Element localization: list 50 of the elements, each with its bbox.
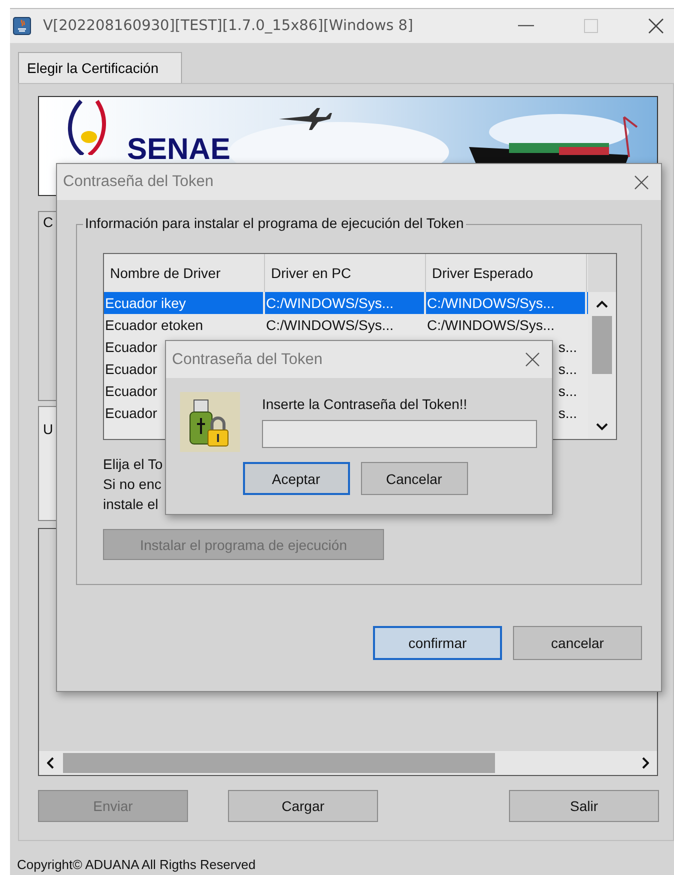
dialog-title: Contraseña del Token xyxy=(63,173,214,191)
window-title: V[202208160930][TEST][1.7.0_15x86][Windows 8] xyxy=(43,18,414,34)
scrollbar-thumb[interactable] xyxy=(63,753,495,773)
password-field[interactable] xyxy=(262,420,537,448)
action-button[interactable]: Salir xyxy=(509,790,659,822)
scroll-up-icon[interactable] xyxy=(596,300,608,308)
dialog-button[interactable]: Aceptar xyxy=(242,462,350,495)
table-cell: C:/WINDOWS/Sys... xyxy=(427,295,555,311)
group-title: U xyxy=(43,421,54,437)
scroll-right-icon[interactable] xyxy=(641,757,649,769)
close-icon[interactable] xyxy=(634,174,649,190)
dialog-button[interactable]: Cancelar xyxy=(360,462,468,495)
table-cell: Ecuador xyxy=(105,405,158,421)
table-cell: s... xyxy=(558,405,577,421)
table-header-corner xyxy=(588,254,616,292)
tab[interactable]: Elegir la Certificación xyxy=(18,52,182,83)
help-text: Si no enc xyxy=(103,475,162,494)
help-text: Elija el To xyxy=(103,455,163,474)
table-cell: C:/WINDOWS/Sys... xyxy=(266,295,394,311)
close-icon[interactable] xyxy=(525,352,540,367)
copyright-text: Copyright© ADUANA All Rigths Reserved xyxy=(16,857,257,872)
prompt-text: Inserte la Contraseña del Token!! xyxy=(262,396,468,414)
table-cell: Ecuador ikey xyxy=(105,295,186,311)
table-cell: Ecuador xyxy=(105,361,158,377)
table-cell: s... xyxy=(558,339,577,355)
table-row[interactable]: Ecuador ikey C:/WINDOWS/Sys... C:/WINDOWS/Sys... xyxy=(104,292,588,314)
table-cell: Ecuador xyxy=(105,339,158,355)
dialog-button[interactable]: confirmar xyxy=(373,626,502,660)
logo-icon xyxy=(67,99,107,155)
table-cell: s... xyxy=(558,383,577,399)
minimize-icon[interactable] xyxy=(518,25,534,27)
group-title: Información para instalar el programa de ejecución del Token xyxy=(83,215,466,231)
table-cell: s... xyxy=(558,361,577,377)
usb-lock-icon xyxy=(180,392,240,452)
table-row[interactable]: Ecuador etoken C:/WINDOWS/Sys... C:/WINDOWS/Sys... xyxy=(104,314,588,336)
table-cell: C:/WINDOWS/Sys... xyxy=(427,317,555,333)
table-cell: Ecuador etoken xyxy=(105,317,204,333)
table-cell: Ecuador xyxy=(105,383,158,399)
action-button[interactable]: Cargar xyxy=(228,790,378,822)
scroll-down-icon[interactable] xyxy=(596,423,608,431)
scrollbar-thumb[interactable] xyxy=(592,316,612,374)
app-icon xyxy=(13,17,31,35)
table-cell: C:/WINDOWS/Sys... xyxy=(266,317,394,333)
logo-text: SENAE xyxy=(127,133,230,167)
help-text: instale el xyxy=(103,495,158,514)
dialog-title: Contraseña del Token xyxy=(172,350,323,368)
group-title: C xyxy=(43,214,54,230)
dialog-button[interactable]: cancelar xyxy=(513,626,642,660)
scroll-left-icon[interactable] xyxy=(47,757,55,769)
close-icon[interactable] xyxy=(648,18,664,34)
